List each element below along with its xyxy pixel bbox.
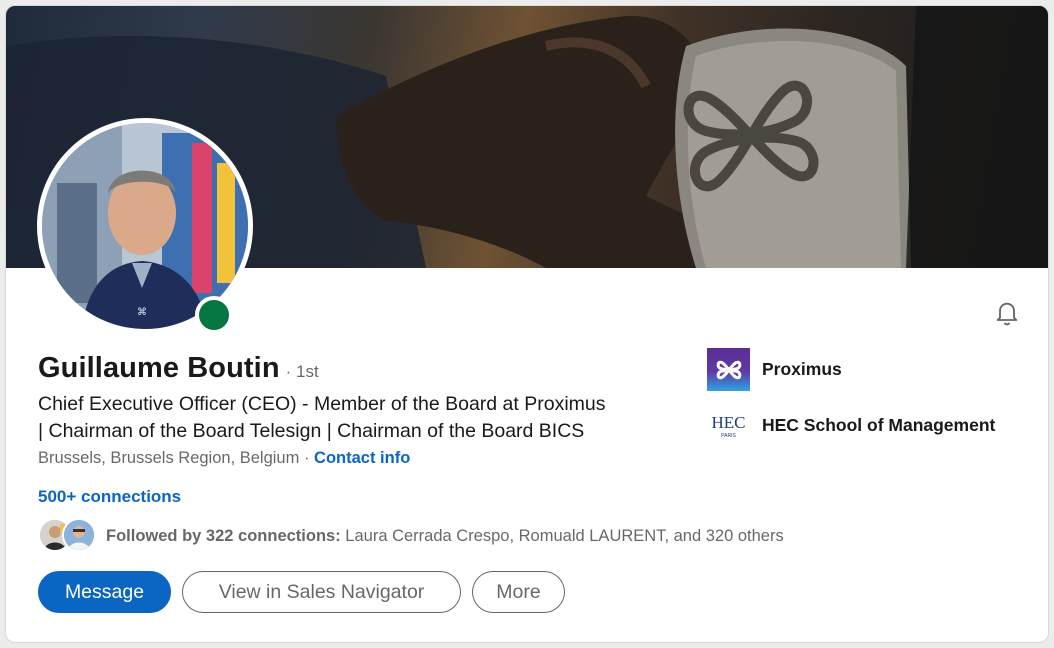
location-separator: · bbox=[299, 449, 315, 467]
connections-link[interactable]: 500+ connections bbox=[38, 487, 181, 507]
contact-info-link[interactable]: Contact info bbox=[314, 449, 410, 467]
notification-bell-icon[interactable] bbox=[990, 296, 1024, 330]
svg-text:⌘: ⌘ bbox=[137, 307, 147, 318]
current-company-link[interactable]: Proximus bbox=[707, 348, 842, 391]
hec-logo-subtext: PARIS bbox=[721, 433, 736, 439]
name-row: Guillaume Boutin · 1st bbox=[38, 352, 319, 385]
hec-logo-icon: HEC PARIS bbox=[707, 404, 750, 447]
profile-headline: Chief Executive Officer (CEO) - Member o… bbox=[38, 391, 688, 445]
profile-actions: Message View in Sales Navigator More bbox=[38, 571, 565, 613]
education-school-link[interactable]: HEC PARIS HEC School of Management bbox=[707, 404, 996, 447]
followed-by-text: Followed by 322 connections: Laura Cerra… bbox=[106, 527, 784, 546]
company-name: Proximus bbox=[762, 359, 842, 379]
profile-location: Brussels, Brussels Region, Belgium bbox=[38, 449, 300, 467]
connection-degree: · 1st bbox=[285, 362, 319, 381]
proximus-logo-icon bbox=[707, 348, 750, 391]
headline-line-1: Chief Executive Officer (CEO) - Member o… bbox=[38, 393, 606, 415]
school-name: HEC School of Management bbox=[762, 415, 996, 435]
view-in-sales-navigator-button[interactable]: View in Sales Navigator bbox=[182, 571, 461, 613]
hec-logo-text: HEC bbox=[712, 413, 746, 432]
mutual-avatar bbox=[62, 518, 96, 552]
more-button[interactable]: More bbox=[472, 571, 565, 613]
followed-by-names: Laura Cerrada Crespo, Romuald LAURENT, a… bbox=[340, 526, 784, 545]
followed-by-row[interactable]: Followed by 322 connections: Laura Cerra… bbox=[38, 518, 784, 554]
location-row: Brussels, Brussels Region, Belgium · Con… bbox=[38, 449, 410, 468]
headline-line-2: | Chairman of the Board Telesign | Chair… bbox=[38, 420, 585, 442]
message-button[interactable]: Message bbox=[38, 571, 171, 613]
followed-by-count: Followed by 322 connections: bbox=[106, 526, 341, 545]
mutual-connections-facepile bbox=[38, 518, 100, 554]
online-status-indicator bbox=[195, 296, 233, 334]
profile-name: Guillaume Boutin bbox=[38, 352, 280, 384]
profile-card: ⌘ Guillaume Boutin · 1st Chief Executive… bbox=[5, 5, 1049, 643]
